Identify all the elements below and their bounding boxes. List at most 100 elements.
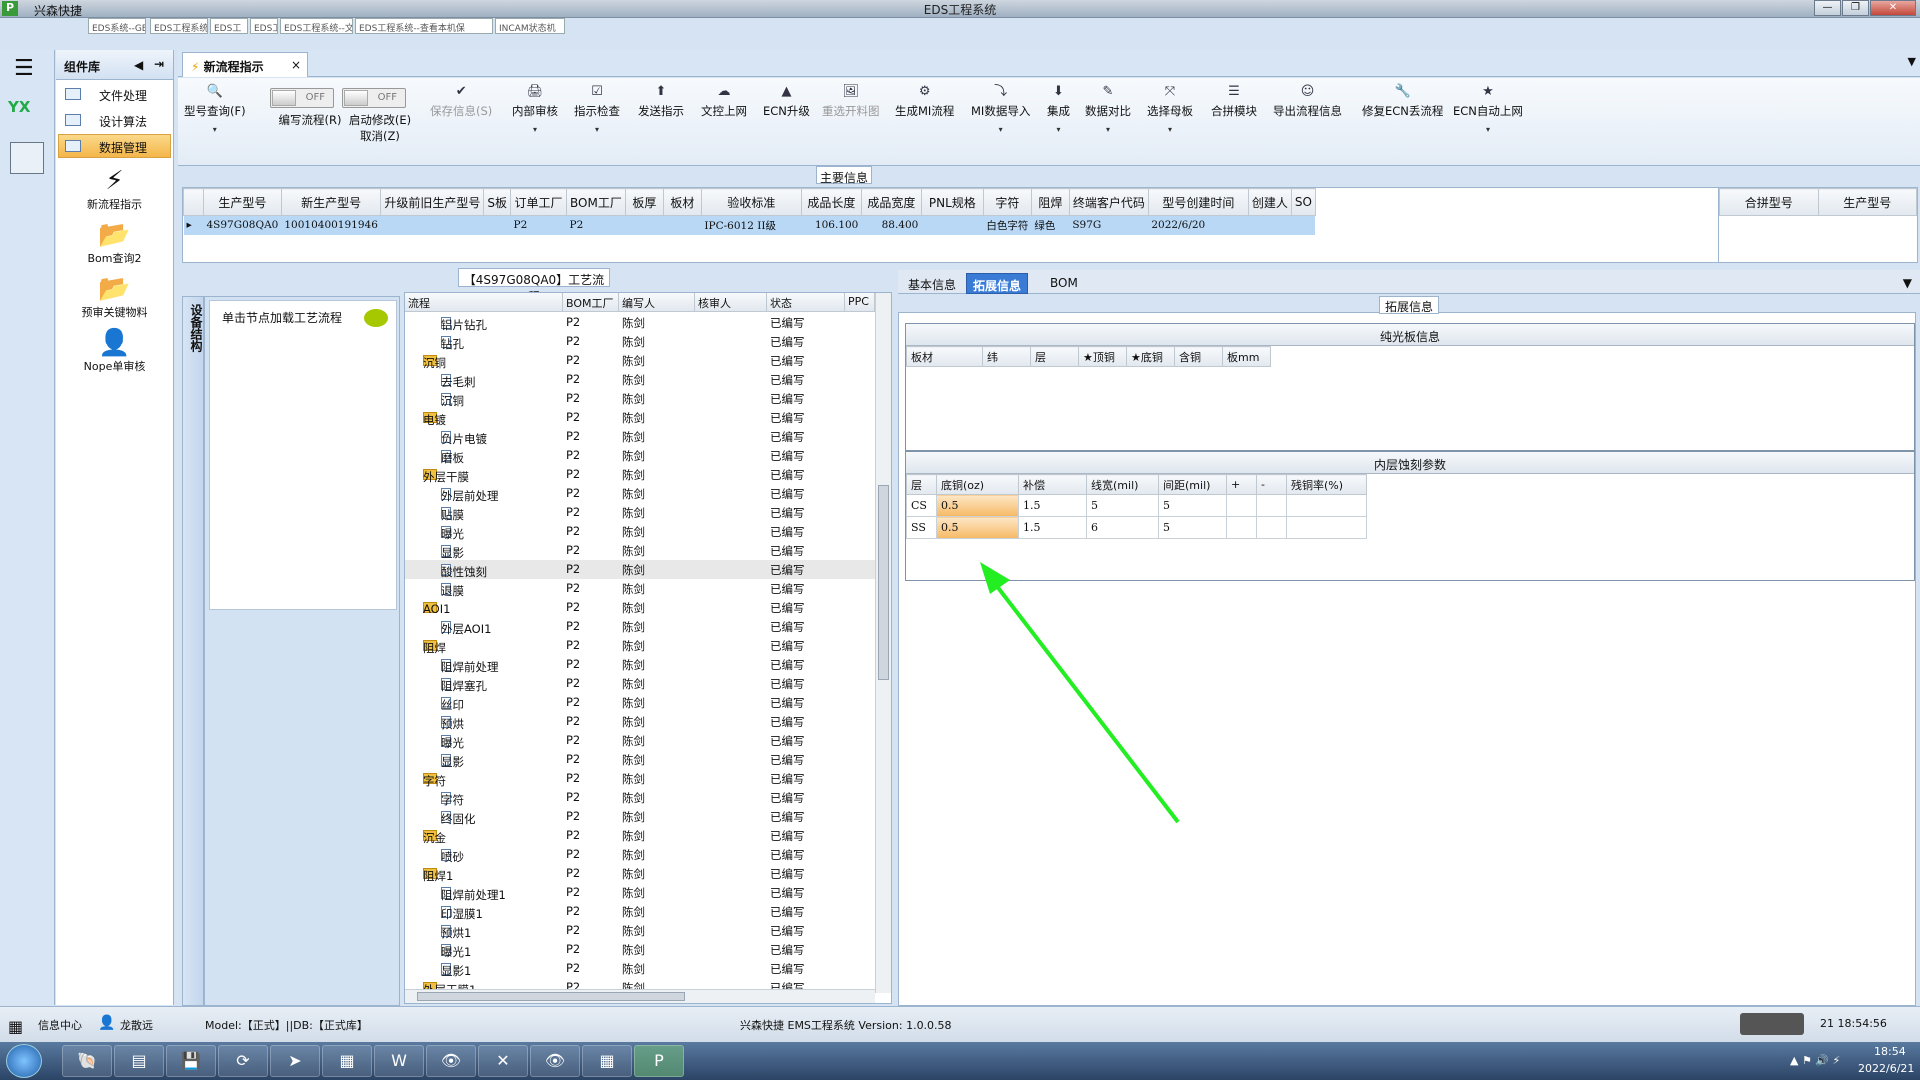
tab-2[interactable]: BOM xyxy=(1044,273,1084,294)
inner-row[interactable]: CS 0.5 1.5 5 5 xyxy=(906,494,1367,517)
inner-cell[interactable] xyxy=(1286,494,1367,517)
inner-cell[interactable]: 5 xyxy=(1158,516,1227,539)
merge-column-header[interactable]: 生产型号 xyxy=(1817,188,1917,216)
taskbar-app-icon[interactable]: ⟳ xyxy=(218,1045,268,1077)
ribbon-button-5[interactable]: ☑ 指示检查 ▾ xyxy=(574,84,620,134)
column-header[interactable]: 创建人 xyxy=(1247,188,1292,216)
inner-cell[interactable]: 1.5 xyxy=(1018,494,1087,517)
tool-1[interactable]: 📂 Bom查询2 xyxy=(56,220,173,266)
dropdown-arrow-icon[interactable]: ▾ xyxy=(574,125,620,134)
column-header[interactable]: 板厚 xyxy=(624,188,664,216)
tab-new-flow[interactable]: ⚡ 新流程指示 × xyxy=(182,52,308,77)
tool-0[interactable]: ⚡ 新流程指示 xyxy=(56,166,173,212)
right-dropdown-icon[interactable]: ▼ xyxy=(1897,273,1918,294)
close-button[interactable]: ✕ xyxy=(1870,0,1916,16)
column-header[interactable]: 生产型号 xyxy=(203,188,282,216)
dropdown-arrow-icon[interactable]: ▾ xyxy=(971,125,1030,134)
column-header[interactable]: 新生产型号 xyxy=(280,188,382,216)
vertical-nav-label[interactable]: 设备结构 xyxy=(183,300,205,352)
tree-row[interactable]: 铝片钻孔 P2 陈剑 已编写 xyxy=(405,313,875,332)
inner-column-header[interactable]: 残铜率(%) xyxy=(1286,474,1367,495)
column-header[interactable]: 型号创建时间 xyxy=(1147,188,1249,216)
pin-icon[interactable]: ⇥ xyxy=(154,57,164,71)
grid-cell[interactable] xyxy=(1291,215,1316,235)
tree-row[interactable]: 终固化 P2 陈剑 已编写 xyxy=(405,807,875,826)
pure-column-header[interactable]: 板材 xyxy=(906,346,983,367)
ribbon-button-17[interactable]: 🔧 修复ECN丢流程 xyxy=(1362,84,1443,119)
hint-card[interactable]: 单击节点加载工艺流程 xyxy=(209,300,397,610)
column-header[interactable]: 订单工厂 xyxy=(510,188,568,216)
tree-row[interactable]: −阻焊P2陈剑已编写 xyxy=(405,636,875,655)
tree-row[interactable]: 预烘1 P2 陈剑 已编写 xyxy=(405,921,875,940)
grid-cell[interactable] xyxy=(380,215,484,235)
tree-row[interactable]: 印湿膜1 P2 陈剑 已编写 xyxy=(405,902,875,921)
inner-cell[interactable]: 5 xyxy=(1086,494,1159,517)
yx-logo[interactable]: YX xyxy=(8,98,46,132)
tree-row[interactable]: 曝光 P2 陈剑 已编写 xyxy=(405,731,875,750)
tree-row[interactable]: 外层前处理 P2 陈剑 已编写 xyxy=(405,484,875,503)
column-header[interactable]: 字符 xyxy=(982,188,1032,216)
column-header[interactable]: S板 xyxy=(483,188,512,216)
row-indicator[interactable]: ▸ xyxy=(183,215,204,235)
tray-icons[interactable]: ▲ ⚑ 🔊 ⚡ xyxy=(1790,1054,1840,1067)
tab-dropdown-icon[interactable]: ▼ xyxy=(1908,55,1916,68)
ribbon-button-15[interactable]: ☰ 合拼模块 xyxy=(1211,84,1257,119)
taskbar-app-icon[interactable]: W xyxy=(374,1045,424,1077)
dropdown-arrow-icon[interactable]: ▾ xyxy=(1047,125,1070,134)
tree-row[interactable]: 曝光1 P2 陈剑 已编写 xyxy=(405,940,875,959)
pure-column-header[interactable]: ★顶铜 xyxy=(1078,346,1127,367)
maximize-button[interactable]: ❐ xyxy=(1842,0,1869,16)
taskbar-app-icon[interactable]: 💾 xyxy=(166,1045,216,1077)
ribbon-button-0[interactable]: 🔍 型号查询(F) ▾ xyxy=(184,84,246,134)
taskbar-app-icon[interactable]: P xyxy=(634,1045,684,1077)
tab-0[interactable]: 基本信息 xyxy=(902,273,962,294)
inner-column-header[interactable]: 线宽(mil) xyxy=(1086,474,1159,495)
tree-column-header[interactable]: 状态 xyxy=(767,293,845,312)
ribbon-button-6[interactable]: ⬆ 发送指示 xyxy=(638,84,684,119)
pure-column-header[interactable]: 含铜 xyxy=(1174,346,1223,367)
tree-row[interactable]: 去毛刺 P2 陈剑 已编写 xyxy=(405,370,875,389)
tree-row[interactable]: 退膜 P2 陈剑 已编写 xyxy=(405,579,875,598)
tree-row[interactable]: 字符 P2 陈剑 已编写 xyxy=(405,788,875,807)
tree-row[interactable]: 外层AOI1 P2 陈剑 已编写 xyxy=(405,617,875,636)
tree-row[interactable]: 钻孔 P2 陈剑 已编写 xyxy=(405,332,875,351)
ribbon-button-12[interactable]: ⬇ 集成 ▾ xyxy=(1047,84,1070,134)
info-center[interactable]: 信息中心 xyxy=(38,1017,82,1033)
inner-column-header[interactable]: 层 xyxy=(906,474,937,495)
grid-cell[interactable] xyxy=(483,215,511,235)
column-header[interactable]: 阻焊 xyxy=(1030,188,1070,216)
ribbon-button-8[interactable]: ▲ ECN升级 xyxy=(763,84,810,119)
inner-cell[interactable] xyxy=(1256,516,1287,539)
tree-row[interactable]: −沉铜P2陈剑已编写 xyxy=(405,351,875,370)
start-button[interactable] xyxy=(6,1044,42,1078)
column-header[interactable]: 成品长度 xyxy=(800,188,862,216)
tree-column-header[interactable]: 流程 xyxy=(405,293,563,312)
mini-window-tab[interactable]: EDS工程系统 xyxy=(150,18,208,34)
tree-column-header[interactable]: 核审人 xyxy=(695,293,767,312)
taskbar-app-icon[interactable]: 🐚 xyxy=(62,1045,112,1077)
tool-2[interactable]: 📂 预审关键物料 xyxy=(56,274,173,320)
inner-cell[interactable]: 6 xyxy=(1086,516,1159,539)
tree-row[interactable]: −AOI1P2陈剑已编写 xyxy=(405,598,875,617)
ribbon-button-10[interactable]: ⚙ 生成MI流程 xyxy=(895,84,954,119)
tree-row[interactable]: 显影1 P2 陈剑 已编写 xyxy=(405,959,875,978)
grid-cell[interactable]: IPC-6012 II级 xyxy=(701,215,802,235)
tree-row[interactable]: 曝光 P2 陈剑 已编写 xyxy=(405,522,875,541)
menu-item-2[interactable]: 数据管理 xyxy=(58,134,171,158)
grid-cell[interactable] xyxy=(663,215,702,235)
scroll-thumb[interactable] xyxy=(878,485,889,680)
toggle-switch[interactable]: OFF xyxy=(342,88,406,108)
ribbon-button-18[interactable]: ★ ECN自动上网 ▾ xyxy=(1453,84,1523,134)
inner-column-header[interactable]: 底铜(oz) xyxy=(936,474,1019,495)
tree-row[interactable]: 阻焊前处理1 P2 陈剑 已编写 xyxy=(405,883,875,902)
taskbar-app-icon[interactable]: ▦ xyxy=(322,1045,372,1077)
column-header[interactable]: BOM工厂 xyxy=(566,188,626,216)
grid-cell[interactable]: P2 xyxy=(566,215,626,235)
grid-cell[interactable] xyxy=(625,215,664,235)
ribbon-button-4[interactable]: 🖨 内部审核 ▾ xyxy=(512,84,558,134)
taskbar-app-icon[interactable]: ▦ xyxy=(582,1045,632,1077)
inner-cell[interactable] xyxy=(1226,494,1257,517)
inner-cell[interactable]: 1.5 xyxy=(1018,516,1087,539)
keyboard-icon[interactable] xyxy=(1740,1013,1804,1035)
tree-row[interactable]: 预烘 P2 陈剑 已编写 xyxy=(405,712,875,731)
